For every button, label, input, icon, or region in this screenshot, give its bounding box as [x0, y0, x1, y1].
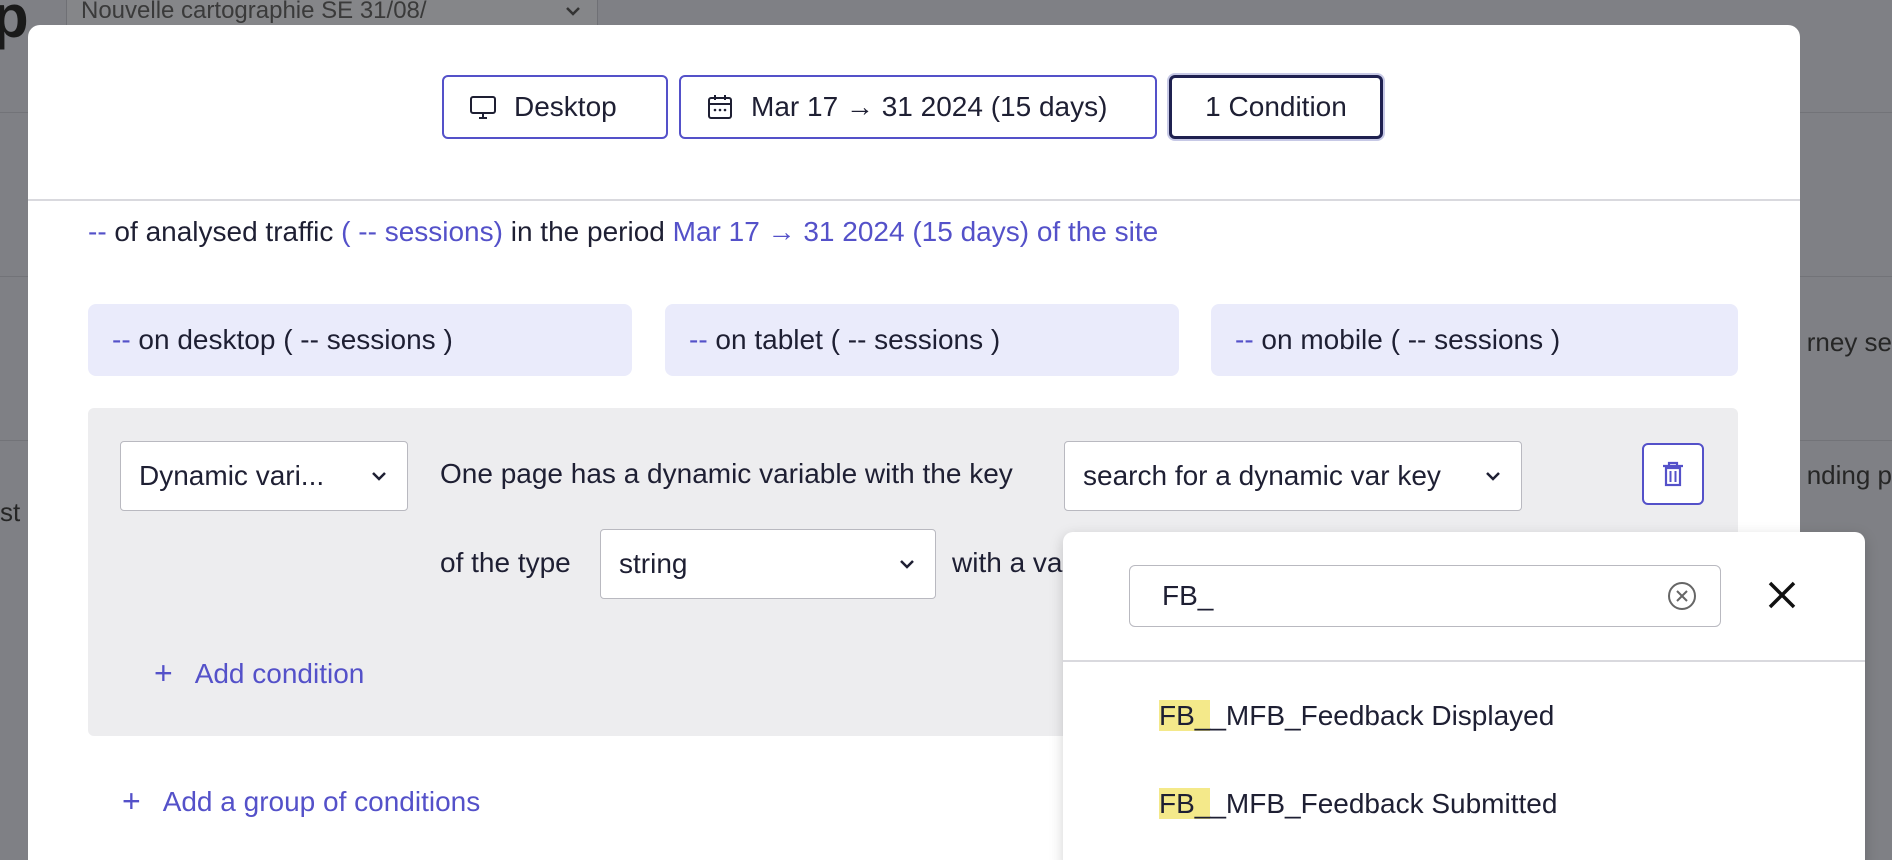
add-group-button[interactable]: + Add a group of conditions — [122, 783, 480, 820]
add-condition-button[interactable]: + Add condition — [154, 655, 364, 692]
sessions-text: ( -- sessions) — [341, 216, 503, 247]
condition-key-text: One page has a dynamic variable with the… — [440, 458, 1013, 489]
background-text: st — [0, 497, 21, 527]
conditions-label: 1 Condition — [1205, 91, 1347, 122]
device-filter-button[interactable]: Desktop — [442, 75, 668, 139]
key-option-rest: _MFB_Feedback Submitted — [1210, 788, 1558, 819]
date-range-button[interactable]: Mar 17 → 31 2024 (15 days) — [679, 75, 1157, 139]
modal-header: Desktop Mar 17 → 31 2024 (15 days) 1 Con… — [28, 25, 1800, 201]
key-option[interactable]: FB__MFB_Feedback Displayed — [1159, 700, 1554, 732]
key-search-popover: FB_ FB__MFB_Feedback Displayed FB__MFB_F… — [1063, 532, 1865, 860]
period-text: in the period — [502, 216, 673, 247]
period-value: Mar 17 → 31 2024 (15 days) of the site — [672, 216, 1159, 247]
key-option[interactable]: FB__MFB_Feedback Submitted — [1159, 788, 1557, 820]
mobile-stat-box: -- on mobile ( -- sessions ) — [1211, 304, 1738, 376]
delete-condition-button[interactable] — [1642, 443, 1704, 505]
condition-value-text: with a va — [952, 547, 1063, 578]
key-option-match: FB_ — [1159, 700, 1211, 731]
key-option-match: FB_ — [1159, 788, 1211, 819]
traffic-text: of analysed traffic — [106, 216, 342, 247]
popover-divider — [1063, 660, 1865, 662]
desktop-stat-box: -- on desktop ( -- sessions ) — [88, 304, 632, 376]
traffic-value: -- — [88, 216, 107, 247]
device-filter-label: Desktop — [514, 91, 617, 122]
condition-type-value: Dynamic vari... — [139, 460, 325, 491]
mobile-stat-label: on mobile ( -- sessions ) — [1253, 324, 1561, 355]
trash-icon — [1663, 461, 1683, 487]
close-icon — [1768, 581, 1796, 609]
condition-type-select[interactable]: Dynamic vari... — [120, 441, 408, 511]
chevron-down-icon — [372, 472, 386, 481]
key-search-value: FB_ — [1162, 580, 1214, 611]
value-type-value: string — [619, 548, 688, 579]
clear-circle-icon[interactable] — [1666, 580, 1698, 612]
chevron-down-icon — [900, 560, 914, 569]
key-option-rest: _MFB_Feedback Displayed — [1210, 700, 1555, 731]
background-text: rney se — [1806, 327, 1892, 357]
dynamic-key-placeholder: search for a dynamic var key — [1083, 460, 1441, 491]
value-type-select[interactable]: string — [600, 529, 936, 599]
mobile-stat-value: -- — [1235, 324, 1254, 355]
background-title: p — [0, 0, 29, 50]
condition-type-text: of the type — [440, 547, 571, 578]
chevron-down-icon — [566, 6, 580, 16]
calendar-icon — [708, 95, 732, 119]
tablet-stat-box: -- on tablet ( -- sessions ) — [665, 304, 1179, 376]
dynamic-key-select[interactable]: search for a dynamic var key — [1064, 441, 1522, 511]
chevron-down-icon — [1486, 472, 1500, 481]
background-text: nding p — [1806, 460, 1892, 490]
close-popover-button[interactable] — [1757, 570, 1807, 620]
desktop-stat-value: -- — [112, 324, 131, 355]
monitor-icon — [470, 96, 496, 119]
background-select-label: Nouvelle cartographie SE 31/08/ — [81, 0, 427, 24]
plus-icon: + — [122, 783, 141, 819]
desktop-stat-label: on desktop ( -- sessions ) — [130, 324, 453, 355]
tablet-stat-value: -- — [689, 324, 708, 355]
tablet-stat-label: on tablet ( -- sessions ) — [707, 324, 1001, 355]
traffic-summary: -- of analysed traffic ( -- sessions) in… — [88, 216, 1158, 248]
add-condition-label: Add condition — [194, 657, 365, 689]
plus-icon: + — [154, 655, 173, 691]
add-group-label: Add a group of conditions — [162, 785, 481, 817]
conditions-button[interactable]: 1 Condition — [1169, 75, 1383, 139]
key-search-input[interactable]: FB_ — [1129, 565, 1721, 627]
date-range-label: Mar 17 → 31 2024 (15 days) — [751, 91, 1108, 122]
